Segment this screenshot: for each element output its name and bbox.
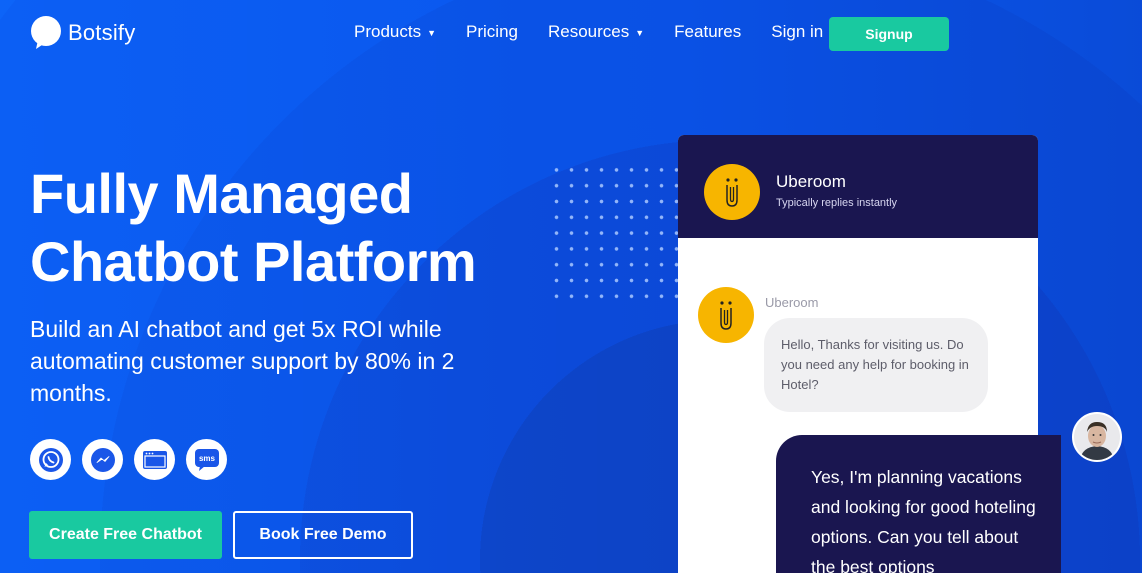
whatsapp-channel-button[interactable] bbox=[30, 439, 71, 480]
nav-features-label: Features bbox=[674, 22, 742, 41]
hero-subtitle: Build an AI chatbot and get 5x ROI while… bbox=[30, 316, 455, 406]
bot-name: Uberoom bbox=[776, 172, 846, 191]
user-message-bubble: Yes, I'm planning vacations and looking … bbox=[776, 435, 1061, 573]
main-nav: Products ▼ Pricing Resources ▼ Features … bbox=[354, 22, 823, 42]
channel-icons: sms bbox=[30, 439, 227, 480]
nav-sign-in-label: Sign in bbox=[771, 22, 824, 41]
nav-resources[interactable]: Resources ▼ bbox=[548, 22, 644, 42]
hero-title-line2: Chatbot Platform bbox=[30, 230, 477, 293]
chevron-down-icon: ▼ bbox=[635, 28, 645, 38]
decorative-dot-grid bbox=[549, 162, 679, 308]
chat-header: Uberoom Typically replies instantly bbox=[678, 135, 1038, 238]
agent-photo-icon bbox=[1074, 414, 1120, 460]
paperclip-mascot-icon bbox=[726, 178, 738, 207]
nav-products-label: Products bbox=[354, 22, 422, 41]
paperclip-mascot-icon bbox=[720, 301, 732, 330]
web-chat-icon bbox=[142, 450, 167, 469]
agent-avatar[interactable] bbox=[1072, 412, 1122, 462]
nav-pricing[interactable]: Pricing bbox=[466, 22, 518, 42]
create-free-chatbot-button[interactable]: Create Free Chatbot bbox=[29, 511, 222, 559]
web-chat-channel-button[interactable] bbox=[134, 439, 175, 480]
nav-resources-label: Resources bbox=[547, 22, 630, 41]
hero-title-line1: Fully Managed bbox=[30, 162, 413, 225]
bot-avatar bbox=[704, 164, 760, 220]
chevron-down-icon: ▼ bbox=[427, 28, 437, 38]
nav-sign-in[interactable]: Sign in bbox=[771, 22, 823, 42]
sms-channel-button[interactable]: sms bbox=[186, 439, 227, 480]
brand-name: Botsify bbox=[68, 20, 136, 45]
nav-products[interactable]: Products ▼ bbox=[354, 22, 436, 42]
nav-features[interactable]: Features bbox=[674, 22, 741, 42]
sms-icon: sms bbox=[194, 448, 219, 471]
nav-pricing-label: Pricing bbox=[466, 22, 518, 41]
sms-icon-text: sms bbox=[198, 454, 215, 463]
signup-button[interactable]: Signup bbox=[829, 17, 949, 51]
bot-message-bubble: Hello, Thanks for visiting us. Do you ne… bbox=[764, 318, 988, 412]
bot-status: Typically replies instantly bbox=[776, 197, 898, 209]
message-bot-avatar bbox=[698, 287, 754, 343]
speech-bubble-logo-icon bbox=[31, 16, 61, 49]
top-navigation: Botsify Products ▼ Pricing Resources ▼ F… bbox=[0, 0, 1142, 70]
messenger-channel-button[interactable] bbox=[82, 439, 123, 480]
book-free-demo-button[interactable]: Book Free Demo bbox=[233, 511, 413, 559]
message-sender-name: Uberoom bbox=[765, 295, 819, 310]
whatsapp-icon bbox=[38, 447, 63, 472]
botsify-logo[interactable]: Botsify bbox=[30, 16, 135, 50]
hero-title: Fully Managed Chatbot Platform bbox=[30, 160, 477, 296]
messenger-icon bbox=[90, 447, 115, 472]
